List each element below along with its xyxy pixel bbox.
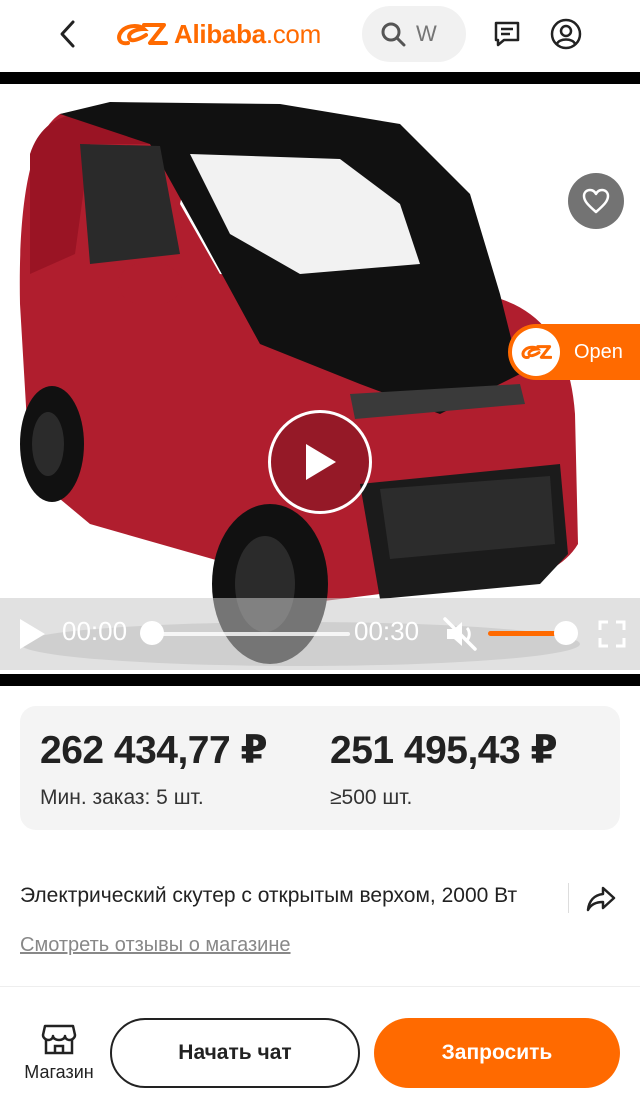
volume-knob[interactable] — [554, 621, 578, 645]
volume-muted-icon — [443, 617, 477, 651]
chevron-left-icon — [60, 20, 75, 48]
moq-tier-1: Мин. заказ: 5 шт. — [40, 786, 204, 809]
account-button[interactable] — [546, 14, 586, 54]
video-controls: 00:00 00:30 — [0, 598, 640, 670]
logo-text: Alibaba.com — [174, 18, 321, 49]
start-chat-button[interactable]: Начать чат — [110, 1018, 360, 1088]
fullscreen-button[interactable] — [594, 614, 630, 654]
alibaba-logo[interactable]: Alibaba.com — [114, 14, 321, 54]
open-label: Open — [574, 340, 623, 363]
alibaba-mini-logo-icon — [521, 345, 552, 359]
title-divider — [568, 883, 569, 913]
search-input[interactable] — [416, 21, 446, 47]
favorite-button[interactable] — [568, 173, 624, 229]
message-icon — [494, 21, 520, 47]
section-divider — [0, 986, 640, 987]
controls-play-button[interactable] — [14, 614, 50, 654]
duration: 00:30 — [354, 616, 420, 646]
product-media[interactable]: Open 00:00 00:30 — [0, 72, 640, 686]
store-reviews-link[interactable]: Смотреть отзывы о магазине — [20, 934, 291, 957]
open-app-button[interactable]: Open — [508, 324, 640, 380]
price-card: 262 434,77 ₽ Мин. заказ: 5 шт. 251 495,4… — [20, 706, 620, 830]
alibaba-app-logo — [512, 328, 560, 376]
product-image[interactable]: Open — [0, 84, 640, 674]
price-tier-2: 251 495,43 ₽ — [330, 729, 558, 772]
mute-button[interactable] — [438, 612, 482, 656]
price-tier-1: 262 434,77 ₽ — [40, 729, 268, 772]
user-icon — [550, 18, 582, 50]
back-button[interactable] — [48, 14, 88, 54]
request-button[interactable]: Запросить — [374, 1018, 620, 1088]
moq-tier-2: ≥500 шт. — [330, 786, 413, 809]
search-icon — [381, 22, 406, 47]
video-play-button[interactable] — [268, 410, 372, 514]
product-title: Электрический скутер с открытым верхом, … — [20, 884, 518, 907]
store-button[interactable]: Магазин — [14, 1022, 104, 1086]
search-box[interactable] — [362, 6, 466, 62]
fullscreen-icon — [598, 620, 626, 648]
store-label: Магазин — [24, 1062, 94, 1082]
store-icon — [41, 1024, 77, 1055]
alibaba-logo-icon — [117, 23, 168, 46]
seek-knob[interactable] — [140, 621, 164, 645]
messages-button[interactable] — [488, 14, 526, 54]
top-header: Alibaba.com — [0, 0, 640, 72]
share-button[interactable] — [582, 880, 620, 918]
play-small-icon — [20, 619, 45, 649]
current-time: 00:00 — [62, 616, 128, 646]
heart-icon — [582, 188, 610, 214]
play-icon — [306, 444, 336, 480]
seek-bar[interactable] — [150, 632, 350, 636]
share-icon — [586, 886, 616, 912]
